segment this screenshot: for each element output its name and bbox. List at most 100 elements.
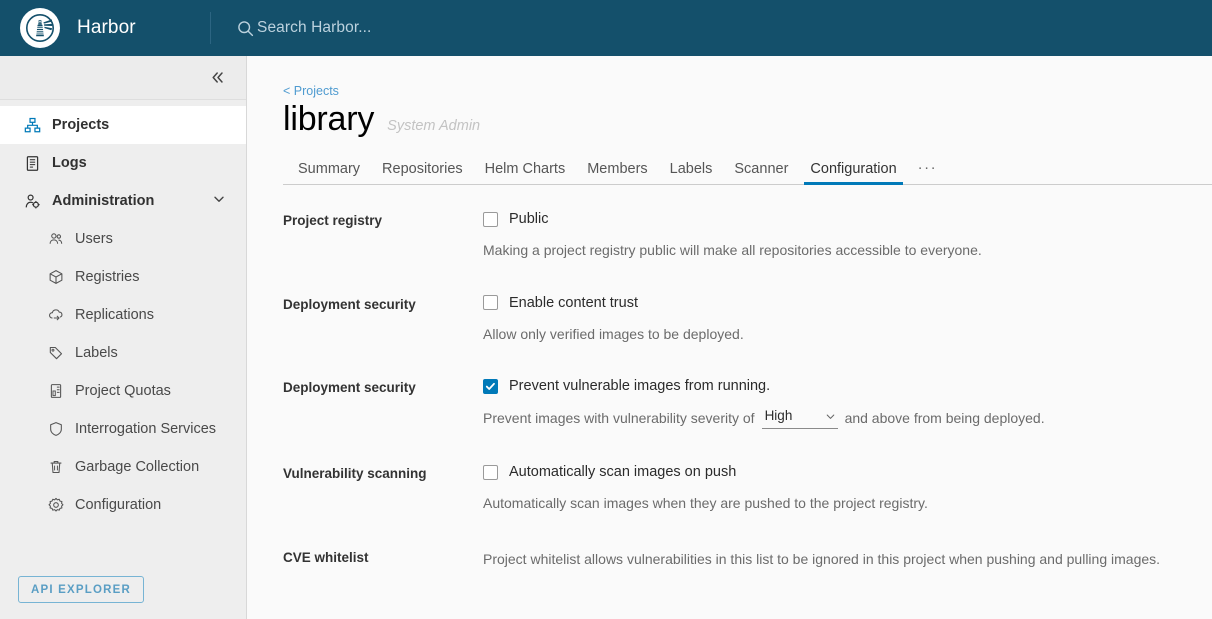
projects-icon	[22, 117, 42, 134]
form-row-prevent-vulnerable: Deployment security Prevent vulnerable i…	[283, 378, 1212, 430]
prevent-vulnerable-checkbox-row[interactable]: Prevent vulnerable images from running.	[483, 378, 1212, 394]
form-field: Public Making a project registry public …	[483, 211, 1212, 261]
helper-suffix: and above from being deployed.	[844, 410, 1045, 427]
main-content: < Projects library System Admin Summary …	[247, 56, 1212, 619]
api-explorer-button[interactable]: API EXPLORER	[18, 576, 145, 603]
content-trust-helper-text: Allow only verified images to be deploye…	[483, 325, 744, 342]
chevron-down-icon[interactable]	[212, 192, 226, 210]
sidebar-item-garbage-collection[interactable]: Garbage Collection	[0, 448, 246, 486]
public-checkbox[interactable]	[483, 211, 498, 227]
sidebar-topbar	[0, 56, 246, 100]
breadcrumb[interactable]: < Projects	[283, 84, 1212, 98]
project-registry-helper-text: Making a project registry public will ma…	[483, 242, 982, 258]
sidebar-item-logs[interactable]: Logs	[0, 144, 246, 182]
tab-scanner[interactable]: Scanner	[723, 161, 799, 185]
search-input[interactable]: Search Harbor...	[257, 19, 371, 37]
sidebar-nav: Projects Logs Administration Users Regis…	[0, 100, 246, 524]
brand-title: Harbor	[77, 17, 136, 38]
sidebar-item-labels[interactable]: Labels	[0, 334, 246, 372]
auto-scan-checkbox-label[interactable]: Automatically scan images on push	[509, 464, 736, 480]
form-row-content-trust: Deployment security Enable content trust…	[283, 295, 1212, 345]
form-row-vulnerability-scanning: Vulnerability scanning Automatically sca…	[283, 464, 1212, 514]
sidebar: Projects Logs Administration Users Regis…	[0, 56, 247, 619]
page-title: library	[283, 100, 375, 138]
configuration-icon	[46, 497, 66, 513]
tab-summary[interactable]: Summary	[287, 161, 371, 185]
sidebar-item-interrogation-services[interactable]: Interrogation Services	[0, 410, 246, 448]
double-chevron-left-icon[interactable]	[206, 67, 228, 89]
form-row-cve-whitelist: CVE whitelist Project whitelist allows v…	[283, 548, 1212, 570]
tab-overflow-menu-icon[interactable]: ···	[908, 159, 948, 184]
form-row-project-registry: Project registry Public Making a project…	[283, 211, 1212, 261]
sidebar-item-label: Labels	[75, 345, 118, 361]
content-trust-checkbox-label[interactable]: Enable content trust	[509, 295, 638, 311]
sidebar-footer: API EXPLORER	[0, 576, 246, 619]
search-bar[interactable]: Search Harbor...	[211, 0, 1212, 56]
content-trust-checkbox-row[interactable]: Enable content trust	[483, 295, 1212, 311]
prevent-vulnerable-checkbox[interactable]	[483, 378, 498, 394]
cve-whitelist-helper-text: Project whitelist allows vulnerabilities…	[483, 550, 1161, 567]
auto-scan-checkbox[interactable]	[483, 464, 498, 480]
sidebar-item-label: Project Quotas	[75, 383, 171, 399]
sidebar-item-administration[interactable]: Administration	[0, 182, 246, 220]
form-field: Automatically scan images on push Automa…	[483, 464, 1212, 514]
interrogation-services-icon	[46, 421, 66, 437]
title-row: library System Admin	[283, 100, 1212, 139]
form-label: Deployment security	[283, 296, 416, 312]
sidebar-item-label: Registries	[75, 269, 140, 285]
search-icon	[235, 18, 255, 38]
sidebar-item-label: Projects	[52, 117, 110, 133]
labels-icon	[46, 345, 66, 361]
form-field: Enable content trust Allow only verified…	[483, 295, 1212, 345]
garbage-collection-icon	[46, 459, 66, 475]
page-subtitle: System Admin	[387, 118, 481, 134]
administration-icon	[22, 193, 42, 210]
helper-prefix: Prevent images with vulnerability severi…	[483, 410, 755, 427]
severity-select[interactable]: High	[761, 407, 838, 430]
sidebar-item-label: Configuration	[75, 497, 162, 513]
harbor-app: Harbor Search Harbor... Projects Logs Ad…	[0, 0, 1212, 619]
public-checkbox-label[interactable]: Public	[509, 211, 549, 227]
top-header: Harbor Search Harbor...	[0, 0, 1212, 56]
tab-members[interactable]: Members	[576, 161, 658, 185]
sidebar-item-label: Administration	[52, 193, 155, 209]
sidebar-item-label: Replications	[75, 307, 154, 323]
harbor-lighthouse-logo	[20, 8, 60, 48]
project-quotas-icon	[46, 383, 66, 399]
form-label: Vulnerability scanning	[283, 466, 427, 482]
tab-repositories[interactable]: Repositories	[371, 161, 474, 185]
tab-configuration[interactable]: Configuration	[799, 161, 907, 185]
form-label: Deployment security	[283, 380, 416, 396]
sidebar-item-registries[interactable]: Registries	[0, 258, 246, 296]
tab-bar: Summary Repositories Helm Charts Members…	[283, 153, 1212, 185]
form-field: Prevent vulnerable images from running. …	[483, 378, 1212, 430]
users-icon	[46, 231, 66, 247]
prevent-vulnerable-checkbox-label[interactable]: Prevent vulnerable images from running.	[509, 378, 770, 394]
chevron-down-icon	[825, 411, 836, 422]
sidebar-item-project-quotas[interactable]: Project Quotas	[0, 372, 246, 410]
replications-icon	[46, 307, 66, 323]
content-trust-checkbox[interactable]	[483, 295, 498, 311]
auto-scan-checkbox-row[interactable]: Automatically scan images on push	[483, 464, 1212, 480]
sidebar-item-label: Interrogation Services	[75, 421, 217, 437]
sidebar-item-configuration[interactable]: Configuration	[0, 486, 246, 524]
tab-helm-charts[interactable]: Helm Charts	[474, 161, 577, 185]
sidebar-item-label: Logs	[52, 155, 87, 171]
tab-labels[interactable]: Labels	[659, 161, 724, 185]
vulnerability-scanning-helper-text: Automatically scan images when they are …	[483, 495, 928, 512]
sidebar-item-projects[interactable]: Projects	[0, 106, 246, 144]
registries-icon	[46, 269, 66, 285]
form-label: CVE whitelist	[283, 549, 369, 565]
brand[interactable]: Harbor	[0, 0, 210, 56]
prevent-vulnerable-helper-text: Prevent images with vulnerability severi…	[483, 408, 1212, 430]
logs-icon	[22, 155, 42, 172]
public-checkbox-row[interactable]: Public	[483, 211, 1212, 227]
form-label: Project registry	[283, 213, 383, 228]
sidebar-item-users[interactable]: Users	[0, 220, 246, 258]
sidebar-item-label: Users	[75, 231, 113, 247]
sidebar-item-replications[interactable]: Replications	[0, 296, 246, 334]
